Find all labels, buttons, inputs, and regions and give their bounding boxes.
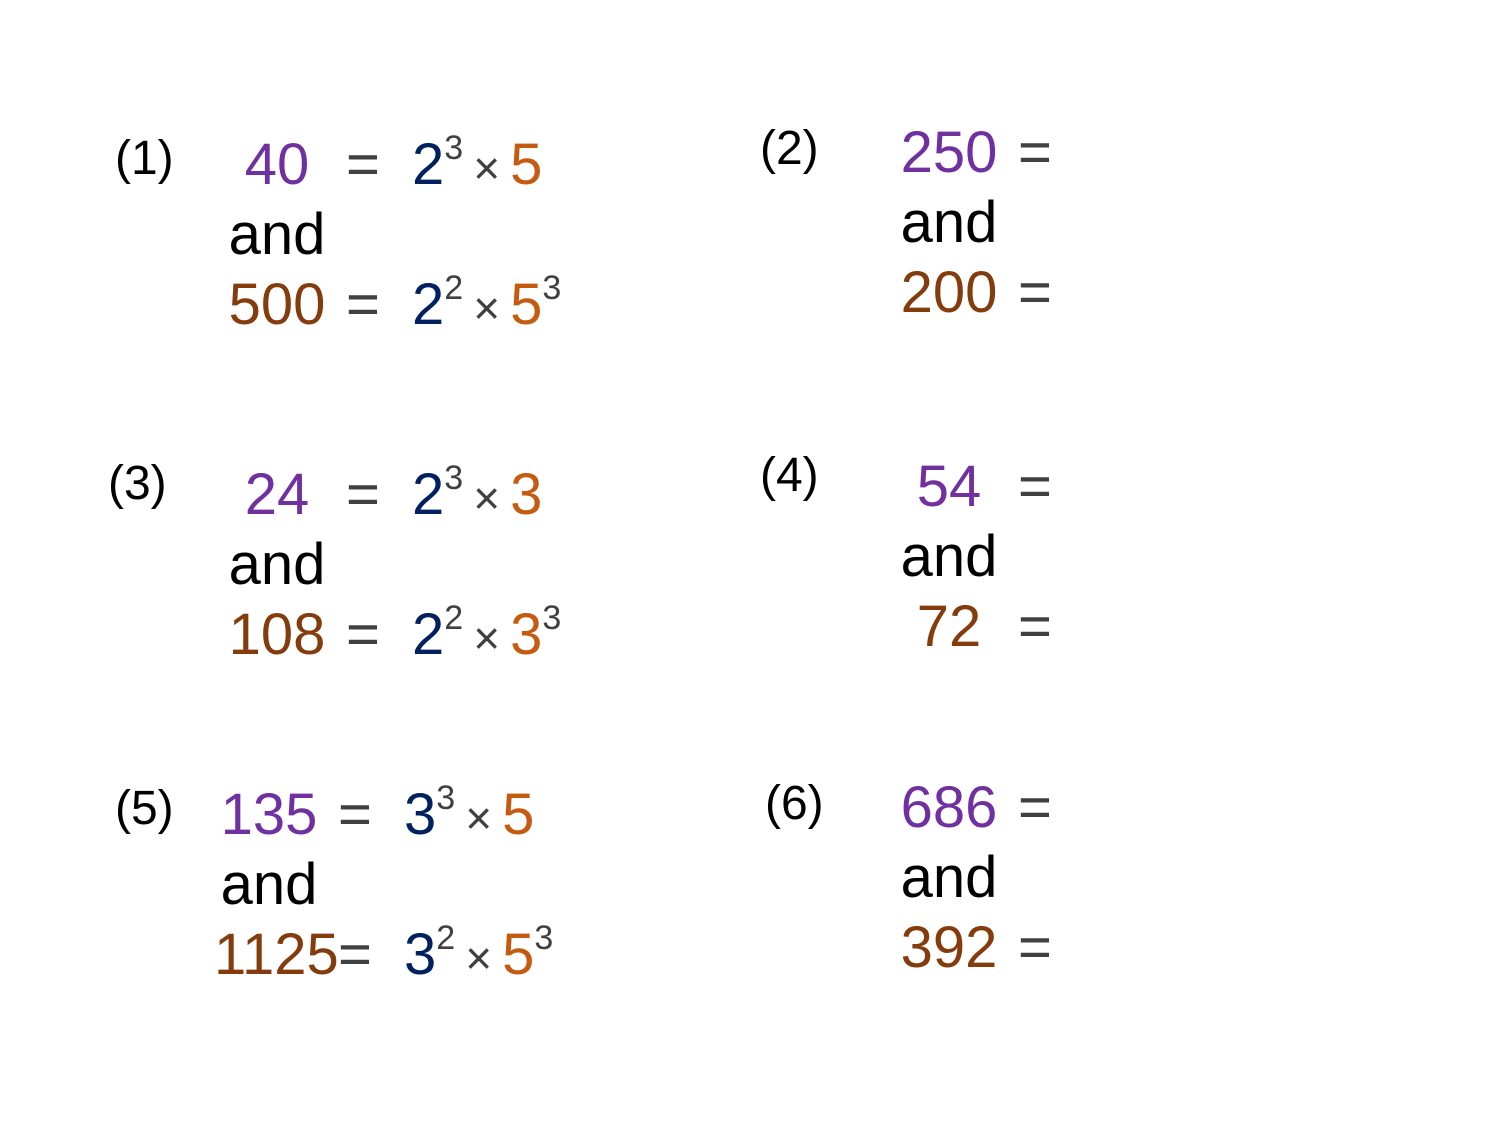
and-word: and [900,524,998,589]
times-sign: × [465,792,493,844]
times-sign: × [473,282,501,334]
prime-base: 3 [510,462,543,527]
problem-2: 250 = and 200 = [894,118,1314,328]
problem-label: (1) [115,132,174,185]
factorization: 32 × 53 [404,919,554,998]
problem-6: 686 = and 392 = [894,773,1314,983]
problem-4: 54 = and 72 = [894,452,1314,662]
equation-row: 108 = 22 × 33 [222,599,642,670]
prime-base: 5 [510,132,543,197]
equals-sign: = [346,132,380,197]
prime-base: 3 [510,602,543,667]
equals-sign: = [1018,454,1052,519]
problem-label: (6) [765,777,824,830]
factorization: 33 × 5 [404,779,535,858]
equals-sign: = [338,922,372,987]
and-word: and [228,202,326,267]
times-sign: × [473,472,501,524]
first-number: 250 [900,120,998,185]
equation-row: 135 = 33 × 5 [214,779,634,850]
factorization: 22 × 53 [412,269,562,348]
prime-base: 2 [412,272,445,337]
equation-row: 72 = [894,592,1314,662]
equation-row: 200 = [894,258,1314,328]
prime-base: 2 [412,462,445,527]
times-sign: × [473,142,501,194]
exponent: 3 [534,919,554,957]
prime-base: 2 [412,602,445,667]
times-sign: × [465,932,493,984]
problem-5: 135 = 33 × 5 and 1125 = 32 × 53 [214,779,634,990]
second-number: 72 [916,594,982,659]
exponent: 2 [444,599,464,637]
equals-sign: = [1018,915,1052,980]
equals-sign: = [1018,594,1052,659]
first-number: 686 [900,775,998,840]
equals-sign: = [1018,775,1052,840]
first-number: 40 [244,132,310,197]
factorization: 23 × 3 [412,459,543,538]
prime-base: 5 [502,782,535,847]
equals-sign: = [1018,260,1052,325]
equals-sign: = [346,272,380,337]
problem-1: 40 = 23 × 5 and 500 = 22 × 53 [222,129,642,340]
and-word: and [900,190,998,255]
second-number: 1125 [214,922,339,987]
second-number: 200 [900,260,998,325]
first-number: 135 [220,782,318,847]
first-number: 54 [916,454,982,519]
equals-sign: = [346,602,380,667]
equation-row: 500 = 22 × 53 [222,269,642,340]
factorization: 23 × 5 [412,129,543,208]
exponent: 3 [444,459,464,497]
exponent: 3 [542,599,562,637]
equation-row: 40 = 23 × 5 [222,129,642,200]
prime-base: 3 [404,922,437,987]
equals-sign: = [346,462,380,527]
exponent: 2 [436,919,456,957]
problem-label: (2) [760,122,819,175]
exponent: 2 [444,269,464,307]
problem-label: (5) [115,782,174,835]
equation-row: 24 = 23 × 3 [222,459,642,530]
equation-row: 1125 = 32 × 53 [214,919,634,990]
equation-row: 392 = [894,913,1314,983]
prime-base: 5 [502,922,535,987]
problem-label: (4) [760,449,819,502]
problem-3: 24 = 23 × 3 and 108 = 22 × 33 [222,459,642,670]
times-sign: × [473,612,501,664]
exponent: 3 [542,269,562,307]
factorization: 22 × 33 [412,599,562,678]
and-word: and [220,852,318,917]
and-word: and [228,532,326,597]
equation-row: 686 = [894,773,1314,843]
and-word: and [900,845,998,910]
second-number: 108 [228,602,326,667]
prime-base: 3 [404,782,437,847]
problem-label: (3) [108,457,167,510]
prime-base: 2 [412,132,445,197]
exponent: 3 [444,129,464,167]
equals-sign: = [1018,120,1052,185]
equation-row: 250 = [894,118,1314,188]
prime-base: 5 [510,272,543,337]
equals-sign: = [338,782,372,847]
equation-row: 54 = [894,452,1314,522]
second-number: 500 [228,272,326,337]
second-number: 392 [900,915,998,980]
first-number: 24 [244,462,310,527]
exponent: 3 [436,779,456,817]
